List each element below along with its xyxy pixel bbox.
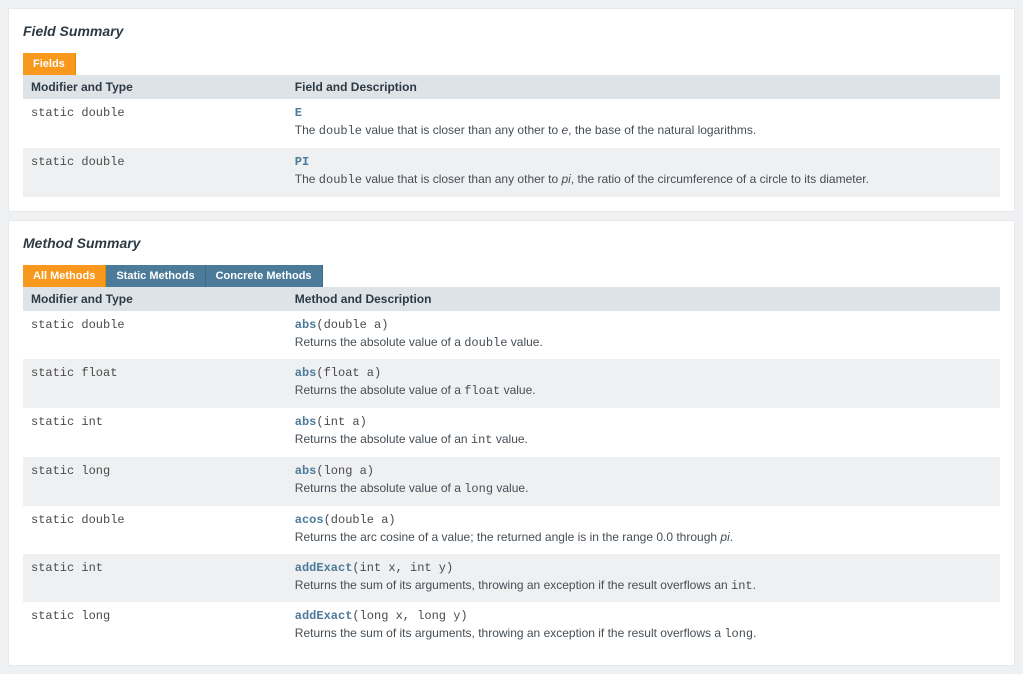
method-modifier: static int [31, 561, 103, 575]
field-desc: The double value that is closer than any… [295, 171, 992, 189]
field-summary-title: Field Summary [23, 23, 1000, 39]
method-summary-tabbar: All Methods Static Methods Concrete Meth… [23, 265, 1000, 287]
field-modifier: static double [31, 106, 125, 120]
method-modifier: static double [31, 513, 125, 527]
table-row: static int abs(int a) Returns the absolute… [23, 408, 1000, 457]
method-params: (int a) [316, 415, 366, 429]
method-desc: Returns the absolute value of a double v… [295, 334, 992, 352]
method-col-description: Method and Description [287, 287, 1000, 311]
field-col-description: Field and Description [287, 75, 1000, 99]
method-params: (double a) [316, 318, 388, 332]
field-col-modifier: Modifier and Type [23, 75, 287, 99]
method-params: (long x, long y) [352, 609, 467, 623]
method-summary-title: Method Summary [23, 235, 1000, 251]
method-desc: Returns the absolute value of an int val… [295, 431, 992, 449]
method-modifier: static long [31, 609, 110, 623]
field-desc: The double value that is closer than any… [295, 122, 992, 140]
method-desc: Returns the absolute value of a float va… [295, 382, 992, 400]
method-link-abs[interactable]: abs [295, 366, 317, 380]
table-row: static double acos(double a) Returns the a… [23, 506, 1000, 554]
method-params: (long a) [316, 464, 374, 478]
method-params: (double a) [324, 513, 396, 527]
field-summary-panel: Field Summary Fields Modifier and Type F… [8, 8, 1015, 212]
table-row: static double E The double value that is… [23, 99, 1000, 148]
table-row: static float abs(float a) Returns the abso… [23, 359, 1000, 408]
tab-static-methods[interactable]: Static Methods [106, 265, 205, 287]
method-params: (int x, int y) [352, 561, 453, 575]
tab-all-methods[interactable]: All Methods [23, 265, 106, 287]
method-link-addexact[interactable]: addExact [295, 561, 353, 575]
method-summary-panel: Method Summary All Methods Static Method… [8, 220, 1015, 667]
method-link-acos[interactable]: acos [295, 513, 324, 527]
method-desc: Returns the sum of its arguments, throwi… [295, 577, 992, 595]
field-link-pi[interactable]: PI [295, 155, 309, 169]
method-modifier: static float [31, 366, 117, 380]
method-link-abs[interactable]: abs [295, 318, 317, 332]
table-row: static long addExact(long x, long y) Retur… [23, 602, 1000, 651]
table-row: static double abs(double a) Returns the ab… [23, 311, 1000, 360]
field-modifier: static double [31, 155, 125, 169]
method-link-abs[interactable]: abs [295, 415, 317, 429]
method-modifier: static double [31, 318, 125, 332]
table-row: static double PI The double value that i… [23, 148, 1000, 197]
method-desc: Returns the sum of its arguments, throwi… [295, 625, 992, 643]
method-col-modifier: Modifier and Type [23, 287, 287, 311]
method-modifier: static long [31, 464, 110, 478]
method-desc: Returns the arc cosine of a value; the r… [295, 529, 992, 546]
method-link-addexact[interactable]: addExact [295, 609, 353, 623]
method-desc: Returns the absolute value of a long val… [295, 480, 992, 498]
tab-concrete-methods[interactable]: Concrete Methods [206, 265, 323, 287]
field-summary-tabbar: Fields [23, 53, 1000, 75]
field-link-e[interactable]: E [295, 106, 302, 120]
method-params: (float a) [316, 366, 381, 380]
field-summary-table: Modifier and Type Field and Description … [23, 75, 1000, 197]
table-row: static long abs(long a) Returns the absolu… [23, 457, 1000, 506]
table-row: static int addExact(int x, int y) Returns … [23, 554, 1000, 603]
method-link-abs[interactable]: abs [295, 464, 317, 478]
tab-fields[interactable]: Fields [23, 53, 76, 75]
method-summary-table: Modifier and Type Method and Description… [23, 287, 1000, 652]
method-modifier: static int [31, 415, 103, 429]
